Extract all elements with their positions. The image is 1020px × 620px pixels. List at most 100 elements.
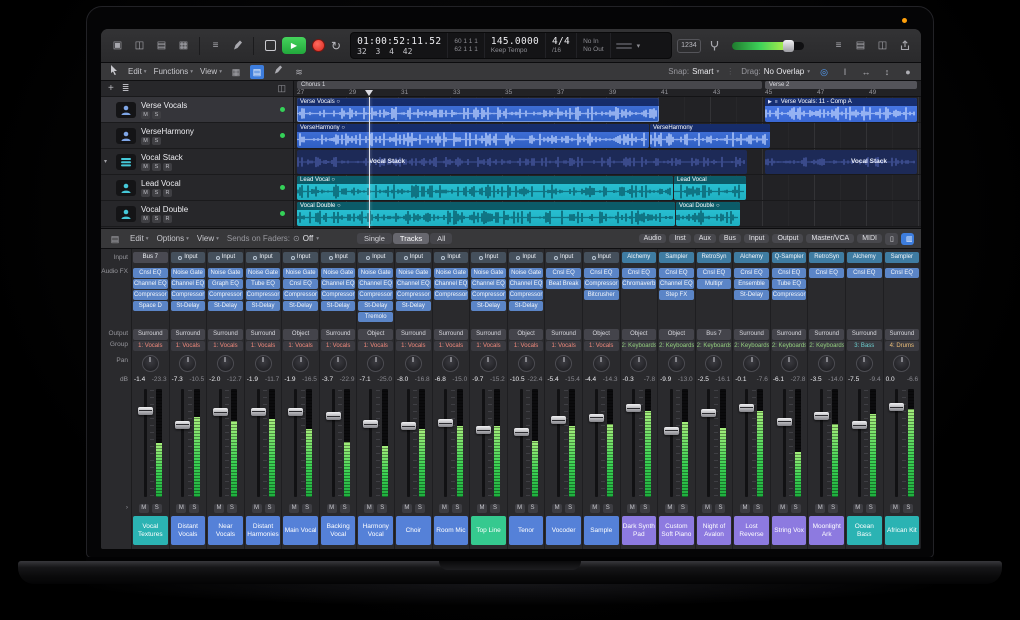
track-header-lead-vocal[interactable]: Lead VocalMSR xyxy=(101,175,293,201)
fx-slot-compressor[interactable]: Compressor xyxy=(584,279,619,289)
fx-slot-chromaverb[interactable]: Chromaverb xyxy=(622,279,657,289)
fx-slot-cnsl-eq[interactable]: Cnsl EQ xyxy=(697,268,732,278)
solo-button[interactable]: S xyxy=(528,504,538,513)
pan-knob[interactable] xyxy=(255,355,272,372)
fx-slot-channel-eq[interactable]: Channel EQ xyxy=(659,279,694,289)
pan-knob[interactable] xyxy=(217,355,234,372)
fx-slot-channel-eq[interactable]: Channel EQ xyxy=(133,279,168,289)
mixer-menu-edit[interactable]: Edit▾ xyxy=(130,234,149,243)
fx-slot-channel-eq[interactable]: Channel EQ xyxy=(471,279,506,289)
channel-group-slot[interactable]: 1: Vocals xyxy=(396,341,431,351)
mute-button[interactable]: M xyxy=(141,189,150,197)
pan-knob[interactable] xyxy=(405,355,422,372)
fader-cap[interactable] xyxy=(476,426,491,434)
pan-knob[interactable] xyxy=(630,355,647,372)
channel-group-slot[interactable]: 1: Vocals xyxy=(509,341,544,351)
pointer-tool-icon[interactable] xyxy=(107,65,121,79)
menu-functions[interactable]: Functions▾ xyxy=(154,67,193,76)
fx-slot-compressor[interactable]: Compressor xyxy=(509,290,544,300)
channel-output-slot[interactable]: Bus 7 xyxy=(697,329,732,340)
stop-button[interactable] xyxy=(265,40,276,51)
channel-group-slot[interactable]: 3: Bass xyxy=(847,341,882,351)
fx-slot-st-delay[interactable]: St-Delay xyxy=(358,301,393,311)
channel-group-slot[interactable]: 1: Vocals xyxy=(434,341,469,351)
fx-slot-compressor[interactable]: Compressor xyxy=(396,290,431,300)
share-icon[interactable] xyxy=(896,38,913,53)
channel-name[interactable]: Top Line xyxy=(471,516,506,545)
channel-output-slot[interactable]: Surround xyxy=(171,329,206,340)
channel-group-slot[interactable]: 2: Keyboards xyxy=(809,341,844,351)
fx-slot-noise-gate[interactable]: Noise Gate xyxy=(246,268,281,278)
mute-button[interactable]: M xyxy=(665,504,675,513)
playhead-handle[interactable] xyxy=(365,90,373,96)
fader-cap[interactable] xyxy=(589,414,604,422)
fx-slot-channel-eq[interactable]: Channel EQ xyxy=(396,279,431,289)
solo-button[interactable]: S xyxy=(603,504,613,513)
solo-button[interactable]: S xyxy=(715,504,725,513)
channel-group-slot[interactable]: 2: Keyboards xyxy=(697,341,732,351)
drag-menu[interactable]: Drag: No Overlap ▾ xyxy=(741,67,810,76)
region-verse-vocals[interactable]: Verse Vocals ○ xyxy=(297,98,659,122)
fx-slot-st-delay[interactable]: St-Delay xyxy=(171,301,206,311)
fx-slot-compressor[interactable]: Compressor xyxy=(321,290,356,300)
fx-slot-tube-eq[interactable]: Tube EQ xyxy=(772,279,807,289)
channel-group-slot[interactable]: 2: Keyboards xyxy=(734,341,769,351)
pan-knob[interactable] xyxy=(142,355,159,372)
channel-name[interactable]: String Vox xyxy=(772,516,807,545)
list-view-icon[interactable]: ▤ xyxy=(250,65,264,79)
mute-button[interactable]: M xyxy=(590,504,600,513)
count-in-button[interactable]: 1234 xyxy=(677,39,701,53)
channel-input-slot[interactable]: Input xyxy=(321,252,356,263)
solo-button[interactable]: S xyxy=(640,504,650,513)
filter-master-vca-button[interactable]: Master/VCA xyxy=(806,234,854,243)
channel-output-slot[interactable]: Surround xyxy=(471,329,506,340)
mute-button[interactable]: M xyxy=(141,163,150,171)
channel-input-slot[interactable]: Input xyxy=(509,252,544,263)
channel-name[interactable]: African Kit xyxy=(885,516,920,545)
view-all-button[interactable]: All xyxy=(430,233,452,244)
text-tool-icon[interactable]: I xyxy=(838,65,852,79)
channel-output-slot[interactable]: Surround xyxy=(809,329,844,340)
region-vocal-stack[interactable]: Vocal Stack xyxy=(297,150,747,174)
zoom-options-icon[interactable]: ● xyxy=(901,65,915,79)
fx-slot-st-delay[interactable]: St-Delay xyxy=(396,301,431,311)
pan-knob[interactable] xyxy=(818,355,835,372)
track-sort-icon[interactable]: ≣ xyxy=(122,83,130,94)
master-volume-knob[interactable] xyxy=(783,40,794,52)
filter-bus-button[interactable]: Bus xyxy=(719,234,741,243)
channel-input-slot[interactable]: Alchemy xyxy=(734,252,769,263)
channel-name[interactable]: Vocoder xyxy=(546,516,581,545)
channel-group-slot[interactable]: 1: Vocals xyxy=(208,341,243,351)
playhead[interactable] xyxy=(369,97,370,228)
solo-button[interactable]: S xyxy=(227,504,237,513)
mute-button[interactable]: M xyxy=(402,504,412,513)
track-header-verse-vocals[interactable]: Verse VocalsMS xyxy=(101,97,293,123)
channel-input-slot[interactable]: Q-Sampler xyxy=(772,252,807,263)
pan-knob[interactable] xyxy=(367,355,384,372)
take-folder-lanes-icon[interactable]: ≡ xyxy=(775,98,778,106)
filter-inst-button[interactable]: Inst xyxy=(669,234,690,243)
fx-slot-compressor[interactable]: Compressor xyxy=(358,290,393,300)
fader-cap[interactable] xyxy=(438,419,453,427)
solo-button[interactable]: S xyxy=(415,504,425,513)
mute-button[interactable]: M xyxy=(778,504,788,513)
list-editors-icon[interactable]: ≡ xyxy=(830,38,847,53)
record-button[interactable] xyxy=(312,39,325,52)
mute-button[interactable]: M xyxy=(740,504,750,513)
solo-button[interactable]: S xyxy=(866,504,876,513)
mixer-menu-view[interactable]: View▾ xyxy=(197,234,219,243)
fx-slot-channel-eq[interactable]: Channel EQ xyxy=(509,279,544,289)
filter-output-button[interactable]: Output xyxy=(772,234,803,243)
fx-slot-compressor[interactable]: Compressor xyxy=(246,290,281,300)
channel-group-slot[interactable]: 2: Keyboards xyxy=(659,341,694,351)
solo-button[interactable]: S xyxy=(152,504,162,513)
channel-group-slot[interactable]: 1: Vocals xyxy=(283,341,318,351)
solo-button[interactable]: S xyxy=(490,504,500,513)
solo-button[interactable]: S xyxy=(903,504,913,513)
channel-name[interactable]: Ocean Bass xyxy=(847,516,882,545)
solo-button[interactable]: S xyxy=(791,504,801,513)
solo-button[interactable]: S xyxy=(152,137,161,145)
channel-name[interactable]: Harmony Vocal xyxy=(358,516,393,545)
fader-cap[interactable] xyxy=(551,416,566,424)
add-track-button[interactable]: + xyxy=(108,83,114,94)
